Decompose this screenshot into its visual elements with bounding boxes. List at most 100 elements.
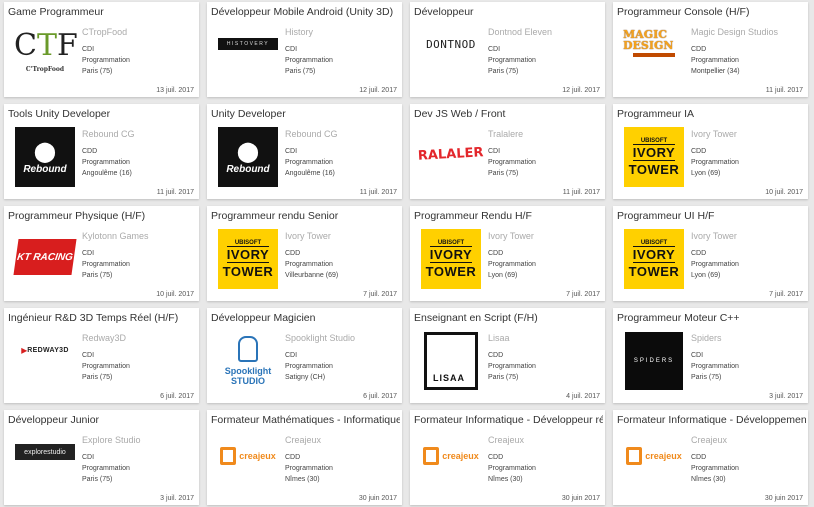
job-title[interactable]: Programmeur Console (H/F)	[617, 6, 806, 19]
job-title[interactable]: Développeur Magicien	[211, 312, 400, 325]
contract-type: CDD	[691, 454, 707, 461]
post-date: 4 juil. 2017	[566, 393, 600, 400]
job-title[interactable]: Développeur	[414, 6, 603, 19]
job-card[interactable]: Programmeur Physique (H/F) KT RACING Kyl…	[4, 206, 199, 301]
creajeux-logo: creajeux	[621, 432, 687, 494]
job-card[interactable]: Développeur Junior explorestudio Explore…	[4, 410, 199, 505]
job-card[interactable]: Programmeur UI H/F UBISOFT IVORY TOWER IVOR…	[613, 206, 808, 301]
company-name: Ivory Tower	[488, 231, 534, 241]
job-card[interactable]: Développeur DONTNOD Dontnod Eleven CDI P…	[410, 2, 605, 97]
job-category: Programmation	[285, 363, 333, 370]
job-card[interactable]: Développeur Mobile Android (Unity 3D) HI…	[207, 2, 402, 97]
company-name: Dontnod Eleven	[488, 27, 553, 37]
spooklight-logo: Spooklight STUDIO	[215, 330, 281, 392]
job-card[interactable]: Formateur Mathématiques - Informatique H…	[207, 410, 402, 505]
job-category: Programmation	[285, 465, 333, 472]
job-meta: CDI Programmation Paris (75)	[488, 146, 601, 179]
job-card[interactable]: Programmeur rendu Senior UBISOFT IVORY TOW…	[207, 206, 402, 301]
job-title[interactable]: Développeur Junior	[8, 414, 197, 427]
job-card[interactable]: Développeur Magicien Spooklight STUDIO S…	[207, 308, 402, 403]
job-title[interactable]: Programmeur rendu Senior	[211, 210, 400, 223]
job-card[interactable]: Dev JS Web / Front TRALALERE Tralalere C…	[410, 104, 605, 199]
job-card[interactable]: Formateur Informatique - Développement O…	[613, 410, 808, 505]
job-title[interactable]: Unity Developer	[211, 108, 400, 121]
company-name: Creajeux	[691, 435, 728, 445]
company-name: Ivory Tower	[285, 231, 331, 241]
job-category: Programmation	[488, 57, 536, 64]
post-date: 3 juil. 2017	[160, 495, 194, 502]
job-meta: CDI Programmation Paris (75)	[82, 44, 195, 77]
post-date: 30 juin 2017	[358, 495, 397, 502]
job-title[interactable]: Formateur Mathématiques - Informatique H…	[211, 414, 400, 427]
job-title[interactable]: Développeur Mobile Android (Unity 3D)	[211, 6, 400, 19]
company-name: Lisaa	[488, 333, 510, 343]
job-location: Paris (75)	[82, 272, 113, 279]
job-card[interactable]: Unity Developer ⬤ Rebound Rebound CG CDI …	[207, 104, 402, 199]
spiders-logo: SPIDERS	[621, 330, 687, 392]
company-name: Magic Design Studios	[691, 27, 779, 37]
job-category: Programmation	[82, 465, 130, 472]
job-card[interactable]: Enseignant en Script (F/H) LISAA Lisaa C…	[410, 308, 605, 403]
job-card[interactable]: Programmeur Moteur C++ SPIDERS Spiders C…	[613, 308, 808, 403]
job-title[interactable]: Enseignant en Script (F/H)	[414, 312, 603, 325]
job-title[interactable]: Programmeur Rendu H/F	[414, 210, 603, 223]
job-grid: Game Programmeur CTF C'TropFood CTropFoo…	[0, 0, 814, 507]
job-location: Lyon (69)	[691, 272, 721, 279]
contract-type: CDD	[691, 148, 707, 155]
job-title[interactable]: Formateur Informatique - Développeur rés…	[414, 414, 603, 427]
company-name: Creajeux	[285, 435, 322, 445]
job-category: Programmation	[82, 57, 130, 64]
company-name: Rebound CG	[82, 129, 135, 139]
contract-type: CDI	[285, 352, 298, 359]
contract-type: CDD	[691, 46, 707, 53]
job-location: Paris (75)	[691, 374, 722, 381]
job-card[interactable]: Ingénieur R&D 3D Temps Réel (H/F) ▸ REDWA…	[4, 308, 199, 403]
post-date: 11 juil. 2017	[156, 189, 194, 196]
job-category: Programmation	[691, 261, 739, 268]
post-date: 11 juil. 2017	[562, 189, 600, 196]
job-location: Paris (75)	[82, 374, 113, 381]
post-date: 6 juil. 2017	[160, 393, 194, 400]
job-title[interactable]: Dev JS Web / Front	[414, 108, 603, 121]
job-card[interactable]: Programmeur Console (H/F) MAGIC DESIGN M…	[613, 2, 808, 97]
job-meta: CDD Programmation Nîmes (30)	[691, 452, 804, 485]
post-date: 7 juil. 2017	[566, 291, 600, 298]
kt-racing-logo: KT RACING	[12, 228, 78, 290]
job-card[interactable]: Game Programmeur CTF C'TropFood CTropFoo…	[4, 2, 199, 97]
explore-studio-logo: explorestudio	[12, 432, 78, 494]
job-title[interactable]: Programmeur Moteur C++	[617, 312, 806, 325]
job-card[interactable]: Programmeur IA UBISOFT IVORY TOWER IVORY TO…	[613, 104, 808, 199]
contract-type: CDI	[488, 46, 501, 53]
lisaa-logo: LISAA	[418, 330, 484, 392]
job-category: Programmation	[691, 363, 739, 370]
job-title[interactable]: Formateur Informatique - Développement O…	[617, 414, 806, 427]
job-meta: CDI Programmation Paris (75)	[488, 44, 601, 77]
company-name: Spiders	[691, 333, 722, 343]
job-title[interactable]: Programmeur UI H/F	[617, 210, 806, 223]
company-name: History	[285, 27, 314, 37]
post-date: 3 juil. 2017	[769, 393, 803, 400]
job-card[interactable]: Tools Unity Developer ⬤ Rebound Rebound C…	[4, 104, 199, 199]
job-location: Nîmes (30)	[285, 476, 320, 483]
job-category: Programmation	[691, 159, 739, 166]
job-card[interactable]: Programmeur Rendu H/F UBISOFT IVORY TOWER I…	[410, 206, 605, 301]
job-card[interactable]: Formateur Informatique - Développeur rés…	[410, 410, 605, 505]
job-title[interactable]: Programmeur IA	[617, 108, 806, 121]
contract-type: CDI	[82, 454, 95, 461]
job-meta: CDI Programmation Paris (75)	[82, 248, 195, 281]
company-name: CTropFood	[82, 27, 128, 37]
rebound-logo: ⬤ Rebound	[12, 126, 78, 188]
job-location: Paris (75)	[488, 374, 519, 381]
job-category: Programmation	[285, 159, 333, 166]
job-category: Programmation	[285, 261, 333, 268]
job-category: Programmation	[82, 159, 130, 166]
job-meta: CDI Programmation Paris (75)	[285, 44, 398, 77]
job-meta: CDD Programmation Lyon (69)	[691, 146, 804, 179]
job-title[interactable]: Game Programmeur	[8, 6, 197, 19]
job-title[interactable]: Tools Unity Developer	[8, 108, 197, 121]
job-title[interactable]: Ingénieur R&D 3D Temps Réel (H/F)	[8, 312, 197, 325]
history-logo: HISTOVERY	[215, 24, 281, 86]
post-date: 12 juil. 2017	[359, 87, 397, 94]
job-title[interactable]: Programmeur Physique (H/F)	[8, 210, 197, 223]
job-meta: CDI Programmation Paris (75)	[691, 350, 804, 383]
